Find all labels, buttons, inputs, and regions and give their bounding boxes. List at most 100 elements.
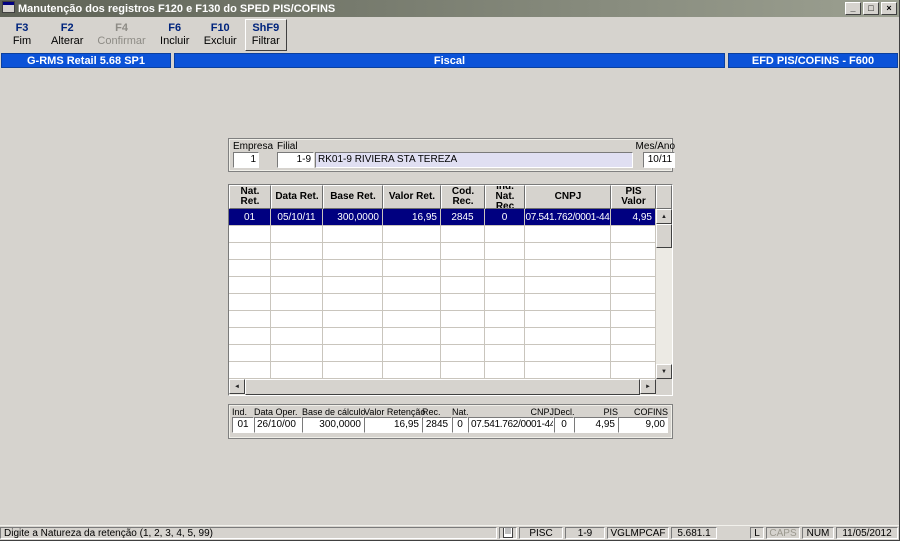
toolbar-label: Confirmar [97,35,146,47]
scroll-up-button[interactable]: ▲ [656,209,672,224]
grid-column-header[interactable]: Data Ret. [271,185,323,209]
grid-empty-row [229,294,656,311]
grid-row-selected[interactable]: 01 05/10/11 300,0000 16,95 2845 0 07.541… [229,209,656,226]
window-title: Manutenção dos registros F120 e F130 do … [18,2,336,15]
grid-column-header[interactable]: PIS Valor [611,185,656,209]
toolbar-button-fim[interactable]: F3 Fim [1,19,43,51]
records-grid: Nat. Ret. Data Ret. Base Ret. Valor Ret.… [228,184,673,396]
titlebar: Manutenção dos registros F120 e F130 do … [0,0,899,17]
toolbar-label: Alterar [51,35,84,47]
vertical-scrollbar[interactable]: ▲ ▼ [656,185,672,379]
toolbar-button-filtrar[interactable]: ShF9 Filtrar [244,19,287,51]
grid-table: Nat. Ret. Data Ret. Base Ret. Valor Ret.… [229,185,656,379]
nat-field[interactable]: 0 [452,417,468,433]
base-calculo-label: Base de cálculo [302,407,366,417]
toolbar-label: Incluir [160,35,190,47]
filter-group: Empresa 1 Filial 1-9 RK01-9 RIVIERA STA … [228,138,676,172]
grid-cell: 4,95 [611,209,656,226]
app-header: G-RMS Retail 5.68 SP1 Fiscal EFD PIS/COF… [0,53,899,68]
mesano-column: Mes/Ano 10/11 [636,141,676,168]
ind-label: Ind. [232,407,248,417]
editor-column: PIS 4,95 [574,407,618,433]
scroll-right-button[interactable]: ► [640,379,656,394]
grid-cell: 07.541.762/0001-44 [525,209,611,226]
cofins-label: COFINS [633,407,668,417]
data-oper-label: Data Oper. [254,407,298,417]
editor-column: Ind. 01 [232,407,254,433]
empresa-column: Empresa 1 [233,141,273,168]
grid-cell: 05/10/11 [271,209,323,226]
toolbar-key: F3 [15,22,29,34]
app-module-label: Fiscal [174,53,725,68]
rec-field[interactable]: 2845 [422,417,452,433]
nat-label: Nat. [452,407,469,417]
app-screen-label: EFD PIS/COFINS - F600 [728,53,898,68]
editor-column: Valor Retenção 16,95 [364,407,426,433]
app-icon [2,1,15,16]
grid-empty-row [229,243,656,260]
toolbar-label: Fim [12,35,32,47]
mes-ano-field[interactable]: 10/11 [643,152,676,168]
toolbar-button-confirmar: F4 Confirmar [91,19,151,51]
status-filler [719,527,748,539]
ind-field[interactable]: 01 [232,417,254,433]
base-calculo-field[interactable]: 300,0000 [302,417,364,433]
toolbar-label: Filtrar [251,35,280,47]
close-button[interactable]: × [881,2,897,15]
filial-name-field[interactable]: RK01-9 RIVIERA STA TEREZA [315,152,634,168]
cnpj-label: CNPJ [530,407,554,417]
empresa-label: Empresa [233,141,274,152]
pis-label: PIS [603,407,618,417]
editor-column: CNPJ 07.541.762/0001-44 [468,407,554,433]
minimize-button[interactable]: _ [845,2,861,15]
grid-column-header[interactable]: Valor Ret. [383,185,441,209]
status-panel-version: 5.681.1 [671,527,717,539]
maximize-button[interactable]: □ [863,2,879,15]
grid-column-header[interactable]: Nat. Ret. [229,185,271,209]
data-oper-field[interactable]: 26/10/00 [254,417,302,433]
status-panel-user: VGLMPCAF [607,527,669,539]
horizontal-scroll-thumb[interactable] [245,379,640,395]
filial-code-field[interactable]: 1-9 [277,152,315,168]
toolbar: F3 Fim F2 Alterar F4 Confirmar F6 Inclui… [0,17,899,53]
grid-empty-row [229,311,656,328]
status-icon-panel [499,527,517,539]
horizontal-scrollbar[interactable]: ◄ ► [229,379,656,395]
valor-retencao-label: Valor Retenção [364,407,426,417]
cnpj-field[interactable]: 07.541.762/0001-44 [468,417,554,433]
vertical-scroll-track[interactable] [656,248,672,364]
grid-column-header[interactable]: Base Ret. [323,185,383,209]
toolbar-button-excluir[interactable]: F10 Excluir [198,19,243,51]
toolbar-key: ShF9 [252,22,280,34]
app-product-label: G-RMS Retail 5.68 SP1 [1,53,171,68]
num-lock-indicator: NUM [802,527,834,539]
toolbar-button-alterar[interactable]: F2 Alterar [45,19,89,51]
decl-field[interactable]: 0 [554,417,574,433]
record-editor: Ind. 01 Data Oper. 26/10/00 Base de cálc… [228,404,673,439]
cofins-field[interactable]: 9,00 [618,417,668,433]
grid-column-header[interactable]: Ind. Nat. Rec [485,185,525,209]
toolbar-label: Excluir [203,35,237,47]
toolbar-key: F10 [210,22,230,34]
grid-column-header[interactable]: CNPJ [525,185,611,209]
toolbar-button-incluir[interactable]: F6 Incluir [154,19,196,51]
pis-field[interactable]: 4,95 [574,417,618,433]
empresa-field[interactable]: 1 [233,152,259,168]
grid-empty-row [229,362,656,379]
grid-column-header[interactable]: Cod. Rec. [441,185,485,209]
valor-retencao-field[interactable]: 16,95 [364,417,422,433]
scroll-left-button[interactable]: ◄ [229,379,245,394]
document-icon [503,528,513,538]
scroll-down-button[interactable]: ▼ [656,364,672,379]
filial-label: Filial [277,141,298,152]
grid-empty-row [229,328,656,345]
scrollbar-corner [656,379,672,395]
grid-cell: 16,95 [383,209,441,226]
status-panel-module: PISC [519,527,563,539]
editor-column: COFINS 9,00 [618,407,668,433]
vertical-scroll-thumb[interactable] [656,224,672,248]
decl-label: Decl. [554,407,575,417]
toolbar-key: F2 [60,22,74,34]
status-date: 11/05/2012 [836,527,898,539]
app-window: Manutenção dos registros F120 e F130 do … [0,0,900,541]
